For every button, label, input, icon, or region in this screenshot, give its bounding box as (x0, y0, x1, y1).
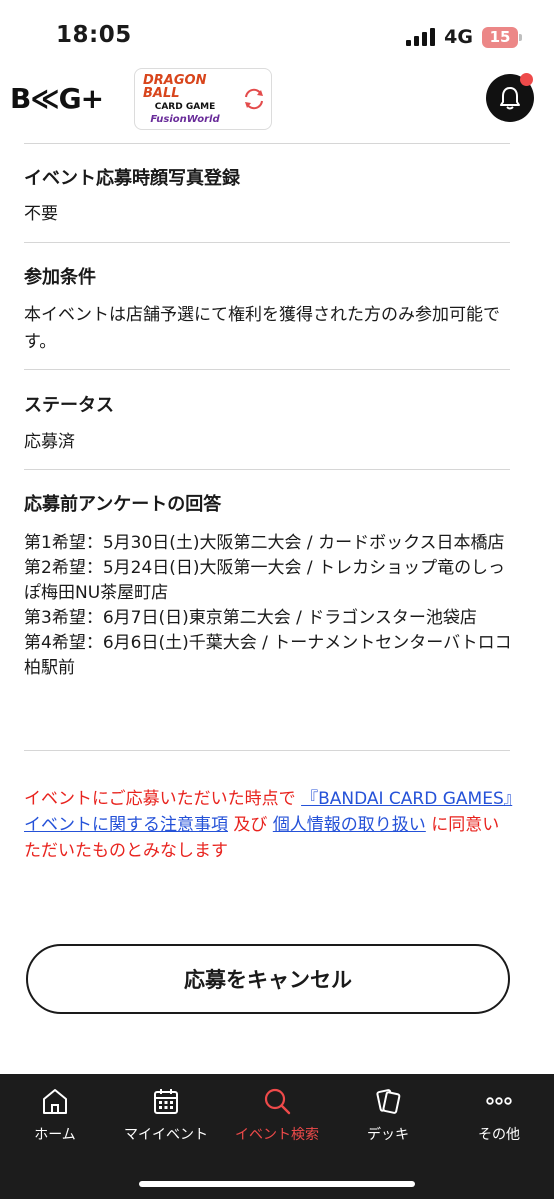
calendar-icon (154, 1089, 178, 1114)
cards-icon (376, 1089, 401, 1114)
logo-line-1: DRAGON BALL (143, 72, 207, 101)
nav-more[interactable]: その他 (444, 1086, 554, 1144)
participation-condition-value: 本イベントは店舗予選にて権利を獲得された方のみ参加可能です。 (24, 305, 500, 352)
participation-condition-title: 参加条件 (24, 267, 96, 288)
nav-more-label: その他 (478, 1127, 520, 1143)
cancel-entry-button[interactable]: 応募をキャンセル (26, 944, 510, 1014)
status-indicators: 4G 15 (406, 26, 522, 48)
switch-icon (245, 88, 263, 110)
survey-answer: 第2希望：5月24日(日)大阪第一大会 / トレカショップ竜のしっぽ梅田NU茶屋… (24, 558, 506, 603)
survey-answer: 第4希望：6月6日(土)千葉大会 / トーナメントセンターバトロコ柏駅前 (24, 633, 512, 678)
app-header: B≪G+ DRAGON BALL CARD GAME FusionWorld (0, 64, 554, 134)
nav-my-events[interactable]: マイイベント (111, 1086, 221, 1144)
nav-my-events-label: マイイベント (124, 1127, 208, 1143)
nav-deck[interactable]: デッキ (333, 1086, 443, 1144)
survey-answer: 第1希望：5月30日(土)大阪第二大会 / カードボックス日本橋店 (24, 533, 505, 553)
divider (24, 469, 510, 470)
survey-answers-list: 第1希望：5月30日(土)大阪第二大会 / カードボックス日本橋店 第2希望：5… (24, 531, 514, 681)
nav-event-search-label: イベント検索 (235, 1127, 319, 1143)
divider (24, 242, 510, 243)
notice-text: 及び (233, 815, 268, 835)
status-title: ステータス (24, 395, 114, 416)
status-time: 18:05 (56, 22, 132, 48)
more-icon (486, 1097, 512, 1105)
divider (24, 143, 510, 144)
status-value: 応募済 (24, 432, 75, 452)
nav-event-search[interactable]: イベント検索 (222, 1086, 332, 1144)
consent-notice: イベントにご応募いただいた時点で 『BANDAI CARD GAMES』イベント… (24, 786, 514, 864)
home-indicator[interactable] (139, 1181, 415, 1187)
privacy-policy-link[interactable]: 個人情報の取り扱い (273, 815, 426, 835)
app-logo[interactable]: B≪G+ (10, 82, 104, 115)
status-bar: 18:05 4G 15 (0, 0, 554, 70)
notification-badge (520, 73, 533, 86)
logo-line-2: CARD GAME (154, 101, 216, 112)
nav-home-label: ホーム (34, 1127, 76, 1143)
survey-answers-title: 応募前アンケートの回答 (24, 494, 222, 515)
nav-deck-label: デッキ (367, 1127, 409, 1143)
photo-registration-value: 不要 (24, 204, 58, 224)
divider (24, 750, 510, 751)
survey-answer: 第3希望：6月7日(日)東京第二大会 / ドラゴンスター池袋店 (24, 608, 477, 628)
nav-home[interactable]: ホーム (0, 1086, 110, 1144)
notice-text: イベントにご応募いただいた時点で (24, 789, 296, 809)
dragon-ball-logo: DRAGON BALL CARD GAME FusionWorld (143, 74, 227, 125)
battery-level: 15 (489, 28, 511, 46)
battery-icon: 15 (482, 26, 522, 48)
logo-line-3: FusionWorld (150, 113, 220, 125)
network-type: 4G (444, 26, 473, 48)
bell-icon (500, 87, 520, 110)
search-icon (264, 1088, 291, 1115)
game-title-switcher[interactable]: DRAGON BALL CARD GAME FusionWorld (134, 68, 272, 130)
home-icon (43, 1089, 67, 1114)
signal-icon (406, 28, 436, 46)
photo-registration-title: イベント応募時顔写真登録 (24, 168, 240, 189)
divider (24, 369, 510, 370)
